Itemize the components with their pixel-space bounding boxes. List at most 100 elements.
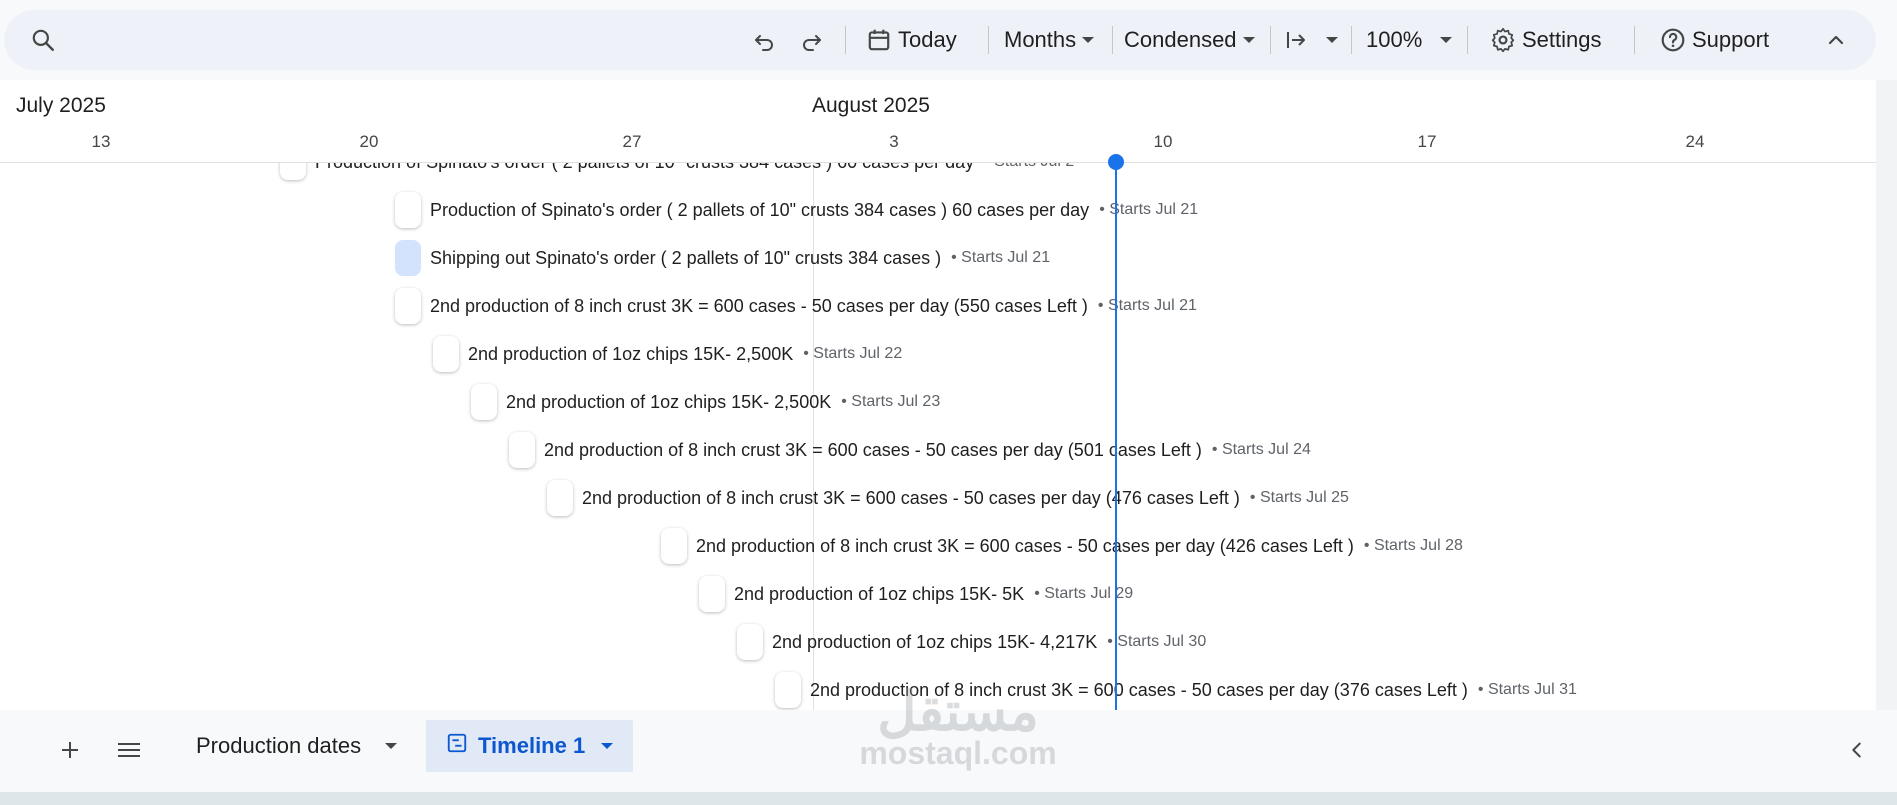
undo-icon	[752, 28, 776, 52]
timeline-task[interactable]: 2nd production of 1oz chips 15K- 2,500K …	[433, 334, 902, 374]
timeline-task[interactable]: 2nd production of 8 inch crust 3K = 600 …	[661, 526, 1463, 566]
undo-button[interactable]	[752, 10, 776, 70]
day-label: 10	[1153, 132, 1173, 151]
task-label: 2nd production of 8 inch crust 3K = 600 …	[582, 487, 1240, 508]
task-label: 2nd production of 1oz chips 15K- 4,217K	[772, 631, 1098, 652]
watermark-latin: mostaql.com	[859, 735, 1057, 771]
caret-down-icon	[1082, 37, 1095, 43]
task-chip[interactable]	[395, 288, 421, 324]
watermark-arabic: مستقل	[877, 682, 1039, 742]
collapse-to-edge-icon	[1284, 28, 1308, 52]
collapse-toolbar-button[interactable]	[1824, 10, 1848, 70]
caret-down-icon[interactable]	[601, 743, 614, 749]
task-chip[interactable]	[699, 576, 725, 612]
timeline-task[interactable]: Production of Spinato's order ( 2 pallet…	[395, 190, 1198, 230]
toolbar-divider	[1351, 26, 1352, 54]
day-label: 3	[889, 132, 899, 151]
task-chip[interactable]	[547, 480, 573, 516]
task-chip[interactable]	[395, 240, 421, 276]
toolbar-divider	[988, 26, 989, 54]
timeline-task[interactable]: 2nd production of 8 inch crust 3K = 600 …	[547, 478, 1349, 518]
task-chip[interactable]	[737, 624, 763, 660]
task-start-date: Starts Jul 30	[1107, 633, 1206, 651]
vertical-scrollbar[interactable]	[1876, 80, 1897, 710]
timeline-task[interactable]: Shipping out Spinato's order ( 2 pallets…	[395, 238, 1050, 278]
task-label: 2nd production of 8 inch crust 3K = 600 …	[544, 439, 1202, 460]
timeline-task[interactable]: 2nd production of 1oz chips 15K- 4,217K …	[737, 622, 1206, 662]
collapse-sidebar-button[interactable]	[1846, 737, 1868, 767]
density-dropdown[interactable]: Condensed	[1124, 10, 1255, 70]
task-label: 2nd production of 1oz chips 15K- 5K	[734, 583, 1025, 604]
task-label: 2nd production of 8 inch crust 3K = 600 …	[430, 295, 1088, 316]
add-sheet-button[interactable]	[58, 737, 82, 767]
toolbar-divider	[1634, 26, 1635, 54]
scale-dropdown[interactable]: Months	[1004, 10, 1095, 70]
caret-down-icon	[1326, 37, 1338, 43]
collapse-dropdown[interactable]	[1284, 10, 1338, 70]
plus-icon	[58, 738, 82, 767]
chevron-up-icon	[1824, 28, 1848, 52]
task-label: 2nd production of 1oz chips 15K- 2,500K	[506, 391, 832, 412]
task-start-date: Starts Jul 21	[1098, 297, 1197, 315]
sheet-tab-timeline-1[interactable]: Timeline 1	[426, 720, 634, 772]
watermark: مستقل mostaql.com	[828, 680, 1088, 772]
support-button[interactable]: Support	[1660, 10, 1769, 70]
day-label: 24	[1685, 132, 1705, 151]
search-button[interactable]	[30, 10, 56, 70]
help-icon	[1660, 27, 1686, 53]
chevron-left-icon	[1846, 739, 1868, 766]
menu-icon	[116, 738, 142, 767]
zoom-dropdown[interactable]: 100%	[1366, 10, 1453, 70]
toolbar-divider	[1270, 26, 1271, 54]
task-chip[interactable]	[395, 192, 421, 228]
month-label: July 2025	[16, 94, 106, 117]
task-chip[interactable]	[471, 384, 497, 420]
timeline-task[interactable]: 2nd production of 8 inch crust 3K = 600 …	[509, 430, 1311, 470]
today-marker-dot	[1108, 154, 1124, 170]
support-label: Support	[1692, 27, 1770, 52]
today-button[interactable]: Today	[866, 10, 957, 70]
caret-down-icon	[1440, 37, 1453, 43]
density-label: Condensed	[1124, 27, 1237, 52]
today-label: Today	[898, 27, 957, 52]
redo-button[interactable]	[800, 10, 824, 70]
scale-label: Months	[1004, 27, 1077, 52]
timeline-header: July 2025 August 2025 13 20 27 3 10 17 2…	[0, 80, 1876, 163]
caret-down-icon[interactable]	[385, 743, 398, 749]
day-label: 20	[359, 132, 379, 151]
timeline-icon	[446, 732, 468, 760]
settings-label: Settings	[1522, 27, 1602, 52]
timeline-task[interactable]: 2nd production of 1oz chips 15K- 2,500K …	[471, 382, 940, 422]
task-start-date: Starts Jul 21	[951, 249, 1050, 267]
day-label: 17	[1417, 132, 1437, 151]
taskbar-strip	[0, 792, 1897, 805]
zoom-label: 100%	[1366, 27, 1423, 52]
all-sheets-button[interactable]	[116, 737, 142, 767]
timeline-view: July 2025 August 2025 13 20 27 3 10 17 2…	[0, 80, 1876, 710]
search-icon	[30, 27, 56, 53]
timeline-task[interactable]: 2nd production of 1oz chips 15K- 5K Star…	[699, 574, 1133, 614]
task-label: Shipping out Spinato's order ( 2 pallets…	[430, 247, 942, 268]
sheet-tab-production-dates[interactable]: Production dates	[176, 720, 417, 772]
task-start-date: Starts Jul 24	[1212, 441, 1311, 459]
calendar-icon	[866, 27, 892, 53]
task-chip[interactable]	[509, 432, 535, 468]
today-marker-line	[1115, 162, 1117, 710]
task-start-date: Starts Jul 28	[1364, 537, 1463, 555]
toolbar-divider	[845, 26, 846, 54]
toolbar-divider	[1467, 26, 1468, 54]
task-chip[interactable]	[661, 528, 687, 564]
task-chip[interactable]	[775, 672, 801, 708]
day-label: 27	[622, 132, 642, 151]
toolbar: Today Months Condensed 100% Settings Sup…	[4, 10, 1876, 70]
settings-button[interactable]: Settings	[1490, 10, 1602, 70]
sheet-tab-label: Timeline 1	[478, 733, 586, 758]
sheet-tab-label: Production dates	[196, 733, 362, 758]
task-start-date: Starts Jul 25	[1250, 489, 1349, 507]
task-start-date: Starts Jul 22	[803, 345, 902, 363]
redo-icon	[800, 28, 824, 52]
timeline-task[interactable]: 2nd production of 8 inch crust 3K = 600 …	[395, 286, 1197, 326]
month-label: August 2025	[812, 94, 930, 117]
task-chip[interactable]	[433, 336, 459, 372]
task-start-date: Starts Jul 31	[1478, 681, 1577, 699]
